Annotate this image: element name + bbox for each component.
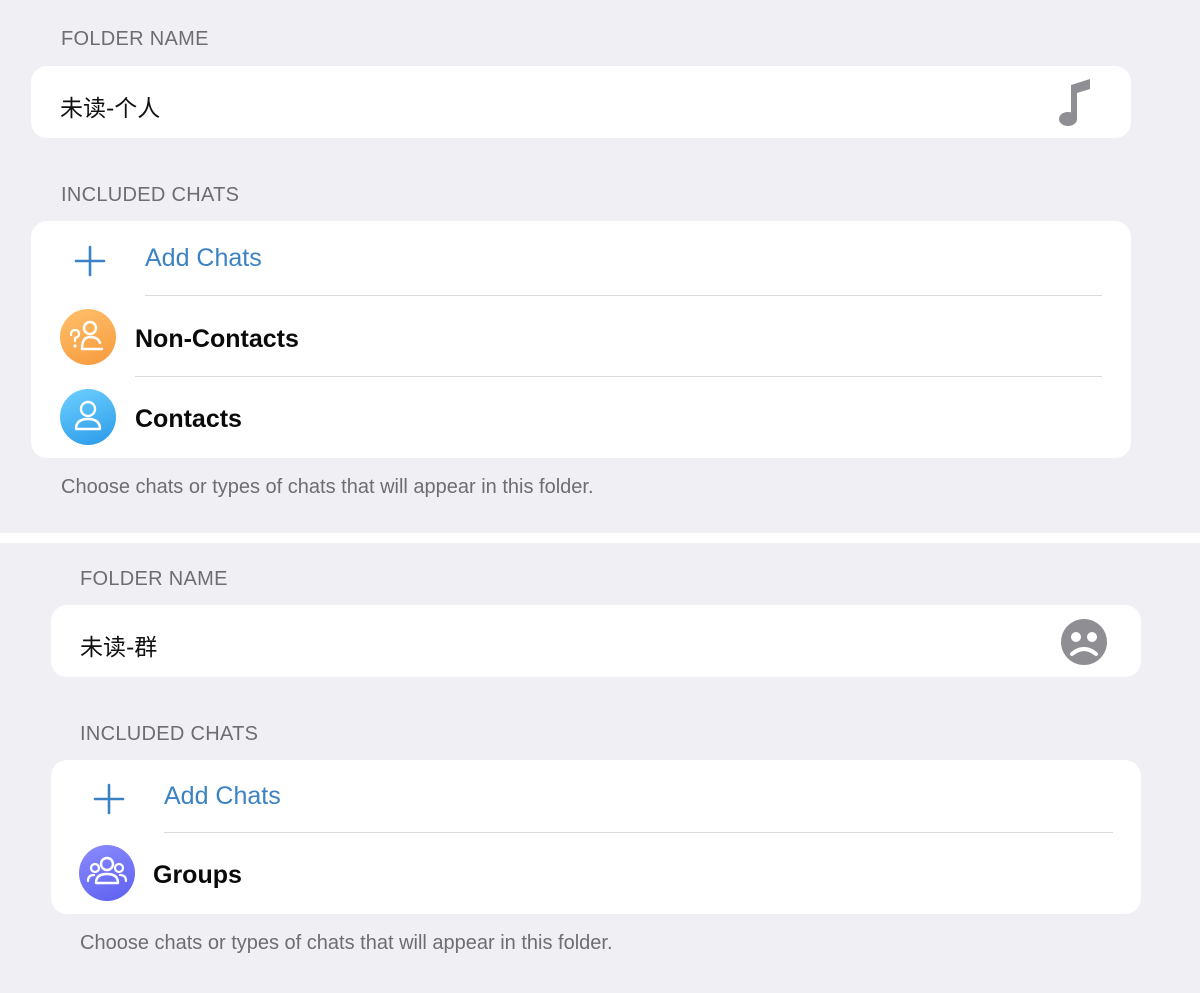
chat-row-contacts[interactable]: Contacts [31,380,1131,460]
plus-icon [73,244,107,278]
sad-face-icon[interactable] [1060,618,1108,666]
music-note-icon[interactable] [1053,76,1103,128]
included-chats-card: Add Chats Non-Contacts Contacts [31,221,1131,458]
contacts-icon [60,389,116,445]
chat-row-groups[interactable]: Groups [51,835,1141,915]
divider [145,295,1102,296]
folder-settings-panel-personal: FOLDER NAME 未读-个人 INCLUDED CHATS Add Cha… [0,0,1200,533]
included-chats-card: Add Chats Groups [51,760,1141,914]
folder-name-header: FOLDER NAME [61,28,209,50]
non-contacts-icon [60,309,116,365]
folder-name-header: FOLDER NAME [80,568,228,590]
included-chats-header: INCLUDED CHATS [80,723,259,745]
divider [135,376,1102,377]
groups-icon [79,845,135,901]
folder-name-card: 未读-个人 [31,66,1131,138]
folder-name-input[interactable]: 未读-群 [80,628,157,662]
chat-row-label: Non-Contacts [135,325,299,353]
chat-row-label: Contacts [135,405,242,433]
folder-name-input[interactable]: 未读-个人 [60,89,160,123]
included-chats-header: INCLUDED CHATS [61,184,240,206]
add-chats-button[interactable]: Add Chats [164,782,281,811]
add-chats-button[interactable]: Add Chats [145,244,262,273]
included-chats-footer: Choose chats or types of chats that will… [61,476,594,498]
included-chats-footer: Choose chats or types of chats that will… [80,932,613,954]
plus-icon [92,782,126,816]
chat-row-non-contacts[interactable]: Non-Contacts [31,300,1131,380]
add-chats-row[interactable]: Add Chats [31,221,1131,301]
add-chats-row[interactable]: Add Chats [51,760,1141,840]
divider [164,832,1113,833]
chat-row-label: Groups [153,861,242,889]
folder-name-card: 未读-群 [51,605,1141,677]
folder-settings-panel-groups: FOLDER NAME 未读-群 INCLUDED CHATS Add Chat… [0,543,1200,993]
